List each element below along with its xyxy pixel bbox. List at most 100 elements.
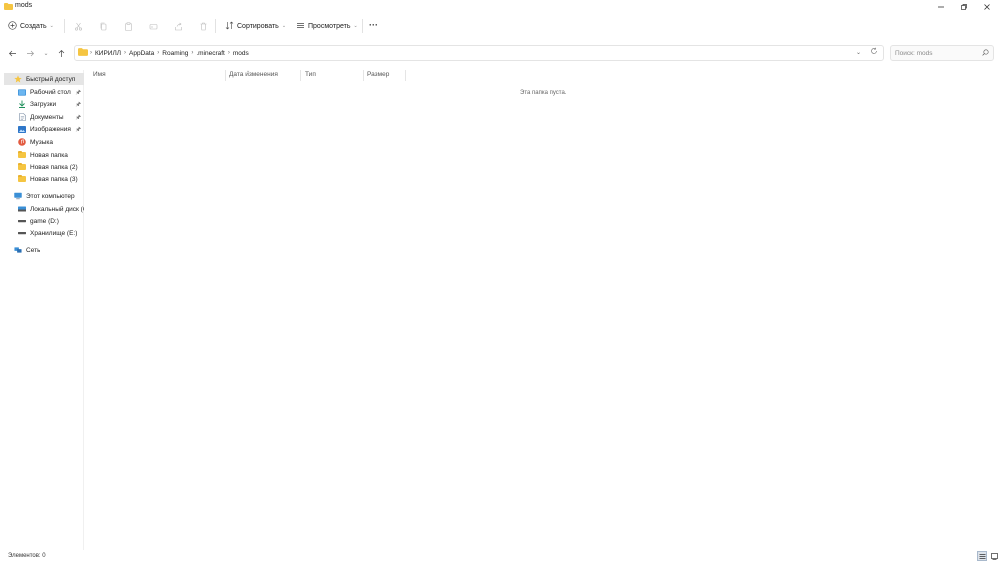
tiles-view-icon <box>990 552 998 560</box>
column-divider[interactable] <box>225 70 226 81</box>
arrow-up-icon <box>58 49 64 57</box>
tiles-view-button[interactable] <box>989 551 999 561</box>
chevron-right-icon[interactable]: › <box>124 50 126 56</box>
paste-icon[interactable] <box>123 21 133 31</box>
sort-button[interactable]: Сортировать ⌄ <box>225 19 286 33</box>
chevron-right-icon[interactable]: › <box>90 50 92 56</box>
up-button[interactable] <box>55 47 67 59</box>
sidebar-item-drive-c[interactable]: Локальный диск (C <box>4 203 84 215</box>
cut-icon[interactable] <box>73 21 83 31</box>
new-label: Создать <box>20 22 47 30</box>
minimize-icon <box>938 6 944 8</box>
toolbar-divider <box>64 19 65 33</box>
column-divider[interactable] <box>363 70 364 81</box>
column-header-name[interactable]: Имя <box>93 71 106 78</box>
breadcrumb-item[interactable]: КИРИЛЛ <box>95 50 121 57</box>
folder-icon <box>18 175 26 183</box>
breadcrumb-item[interactable]: Roaming <box>162 50 188 57</box>
sidebar-item-label: Изображения <box>30 125 71 133</box>
pin-icon: 🖈 <box>75 115 81 121</box>
close-icon <box>984 4 990 10</box>
sidebar-item-label: Рабочий стол <box>30 88 71 96</box>
sidebar-item-label: Загрузки <box>30 100 57 108</box>
chevron-right-icon[interactable]: › <box>191 50 193 56</box>
details-view-button[interactable] <box>977 551 987 561</box>
sidebar-item-label: Новая папка (2) <box>30 163 78 171</box>
address-bar[interactable]: › КИРИЛЛ › AppData › Roaming › .minecraf… <box>74 45 884 61</box>
address-history-dropdown[interactable]: ⌄ <box>856 49 861 56</box>
forward-button[interactable] <box>24 47 36 59</box>
sidebar-item-label: Локальный диск (C <box>30 205 84 213</box>
chevron-right-icon[interactable]: › <box>228 50 230 56</box>
pin-icon: 🖈 <box>75 90 81 96</box>
column-header-date[interactable]: Дата изменения <box>229 71 278 78</box>
window-title: mods <box>15 2 33 9</box>
toolbar-divider <box>362 19 363 33</box>
column-header-type[interactable]: Тип <box>305 71 316 78</box>
folder-icon <box>78 48 88 58</box>
sidebar-item-downloads[interactable]: Загрузки 🖈 <box>4 98 84 110</box>
search-input[interactable] <box>895 49 980 57</box>
column-divider[interactable] <box>300 70 301 81</box>
download-icon <box>18 100 26 108</box>
view-list-icon <box>296 21 305 32</box>
breadcrumb-item[interactable]: .minecraft <box>196 50 225 57</box>
arrow-left-icon <box>8 50 16 56</box>
status-bar: Элементов: 0 <box>0 550 1000 563</box>
refresh-icon[interactable] <box>870 47 878 57</box>
back-button[interactable] <box>6 47 18 59</box>
sidebar-item-label: Новая папка <box>30 151 68 159</box>
delete-icon[interactable] <box>198 21 208 31</box>
plus-circle-icon <box>8 20 17 32</box>
column-divider[interactable] <box>405 70 406 81</box>
explorer-window: mods Создать ⌄ Сортировать ⌄ Просмотреть… <box>0 0 1000 563</box>
breadcrumb-item[interactable]: mods <box>233 50 249 57</box>
copy-icon[interactable] <box>98 21 108 31</box>
search-box[interactable] <box>890 45 994 61</box>
sidebar-item-label: game (D:) <box>30 217 59 225</box>
chevron-down-icon: ⌄ <box>353 23 358 29</box>
sort-icon <box>225 21 234 32</box>
folder-icon <box>4 3 13 10</box>
sidebar-item-label: Музыка <box>30 138 53 146</box>
music-icon <box>18 138 26 146</box>
sidebar-item-drive-e[interactable]: Хранилище (E:) <box>4 227 84 239</box>
empty-folder-message: Эта папка пуста. <box>520 90 567 96</box>
pin-icon: 🖈 <box>75 127 81 133</box>
breadcrumb: › КИРИЛЛ › AppData › Roaming › .minecraf… <box>90 50 249 57</box>
item-count: Элементов: 0 <box>8 553 46 559</box>
sidebar-item-documents[interactable]: Документы 🖈 <box>4 111 84 123</box>
chevron-right-icon[interactable]: › <box>157 50 159 56</box>
recent-locations-button[interactable]: ⌄ <box>40 47 52 59</box>
sidebar-item-network[interactable]: Сеть <box>4 244 84 256</box>
new-button[interactable]: Создать ⌄ <box>8 19 54 33</box>
sidebar-item-this-pc[interactable]: Этот компьютер <box>4 190 84 202</box>
sidebar-item-quick-access[interactable]: Быстрый доступ <box>4 73 84 85</box>
title-bar: mods <box>0 0 1000 14</box>
document-icon <box>18 113 26 121</box>
drive-icon <box>18 229 26 237</box>
chevron-down-icon: ⌄ <box>281 23 287 29</box>
command-bar: Создать ⌄ Сортировать ⌄ Просмотреть ⌄ ··… <box>0 14 1000 38</box>
sidebar-item-new-folder-3[interactable]: Новая папка (3) <box>4 173 84 185</box>
view-button[interactable]: Просмотреть ⌄ <box>296 19 358 33</box>
sidebar-item-new-folder[interactable]: Новая папка <box>4 149 84 161</box>
more-options-button[interactable]: ··· <box>369 20 378 30</box>
sidebar-item-label: Быстрый доступ <box>26 75 76 83</box>
sidebar-item-new-folder-2[interactable]: Новая папка (2) <box>4 161 84 173</box>
pictures-icon <box>18 125 26 133</box>
breadcrumb-item[interactable]: AppData <box>129 50 154 57</box>
sidebar-item-desktop[interactable]: Рабочий стол 🖈 <box>4 86 84 98</box>
sidebar-item-pictures[interactable]: Изображения 🖈 <box>4 123 84 135</box>
search-icon[interactable] <box>982 49 989 58</box>
sidebar-item-drive-d[interactable]: game (D:) <box>4 215 84 227</box>
network-icon <box>14 246 22 254</box>
chevron-down-icon: ⌄ <box>49 23 54 29</box>
close-button[interactable] <box>974 0 1000 14</box>
share-icon[interactable] <box>173 21 183 31</box>
sidebar-item-music[interactable]: Музыка <box>4 136 84 148</box>
rename-icon[interactable] <box>148 21 158 31</box>
column-header-size[interactable]: Размер <box>367 71 389 78</box>
folder-icon <box>18 151 26 159</box>
navigation-pane: Быстрый доступ Рабочий стол 🖈 Загрузки 🖈… <box>0 70 84 550</box>
